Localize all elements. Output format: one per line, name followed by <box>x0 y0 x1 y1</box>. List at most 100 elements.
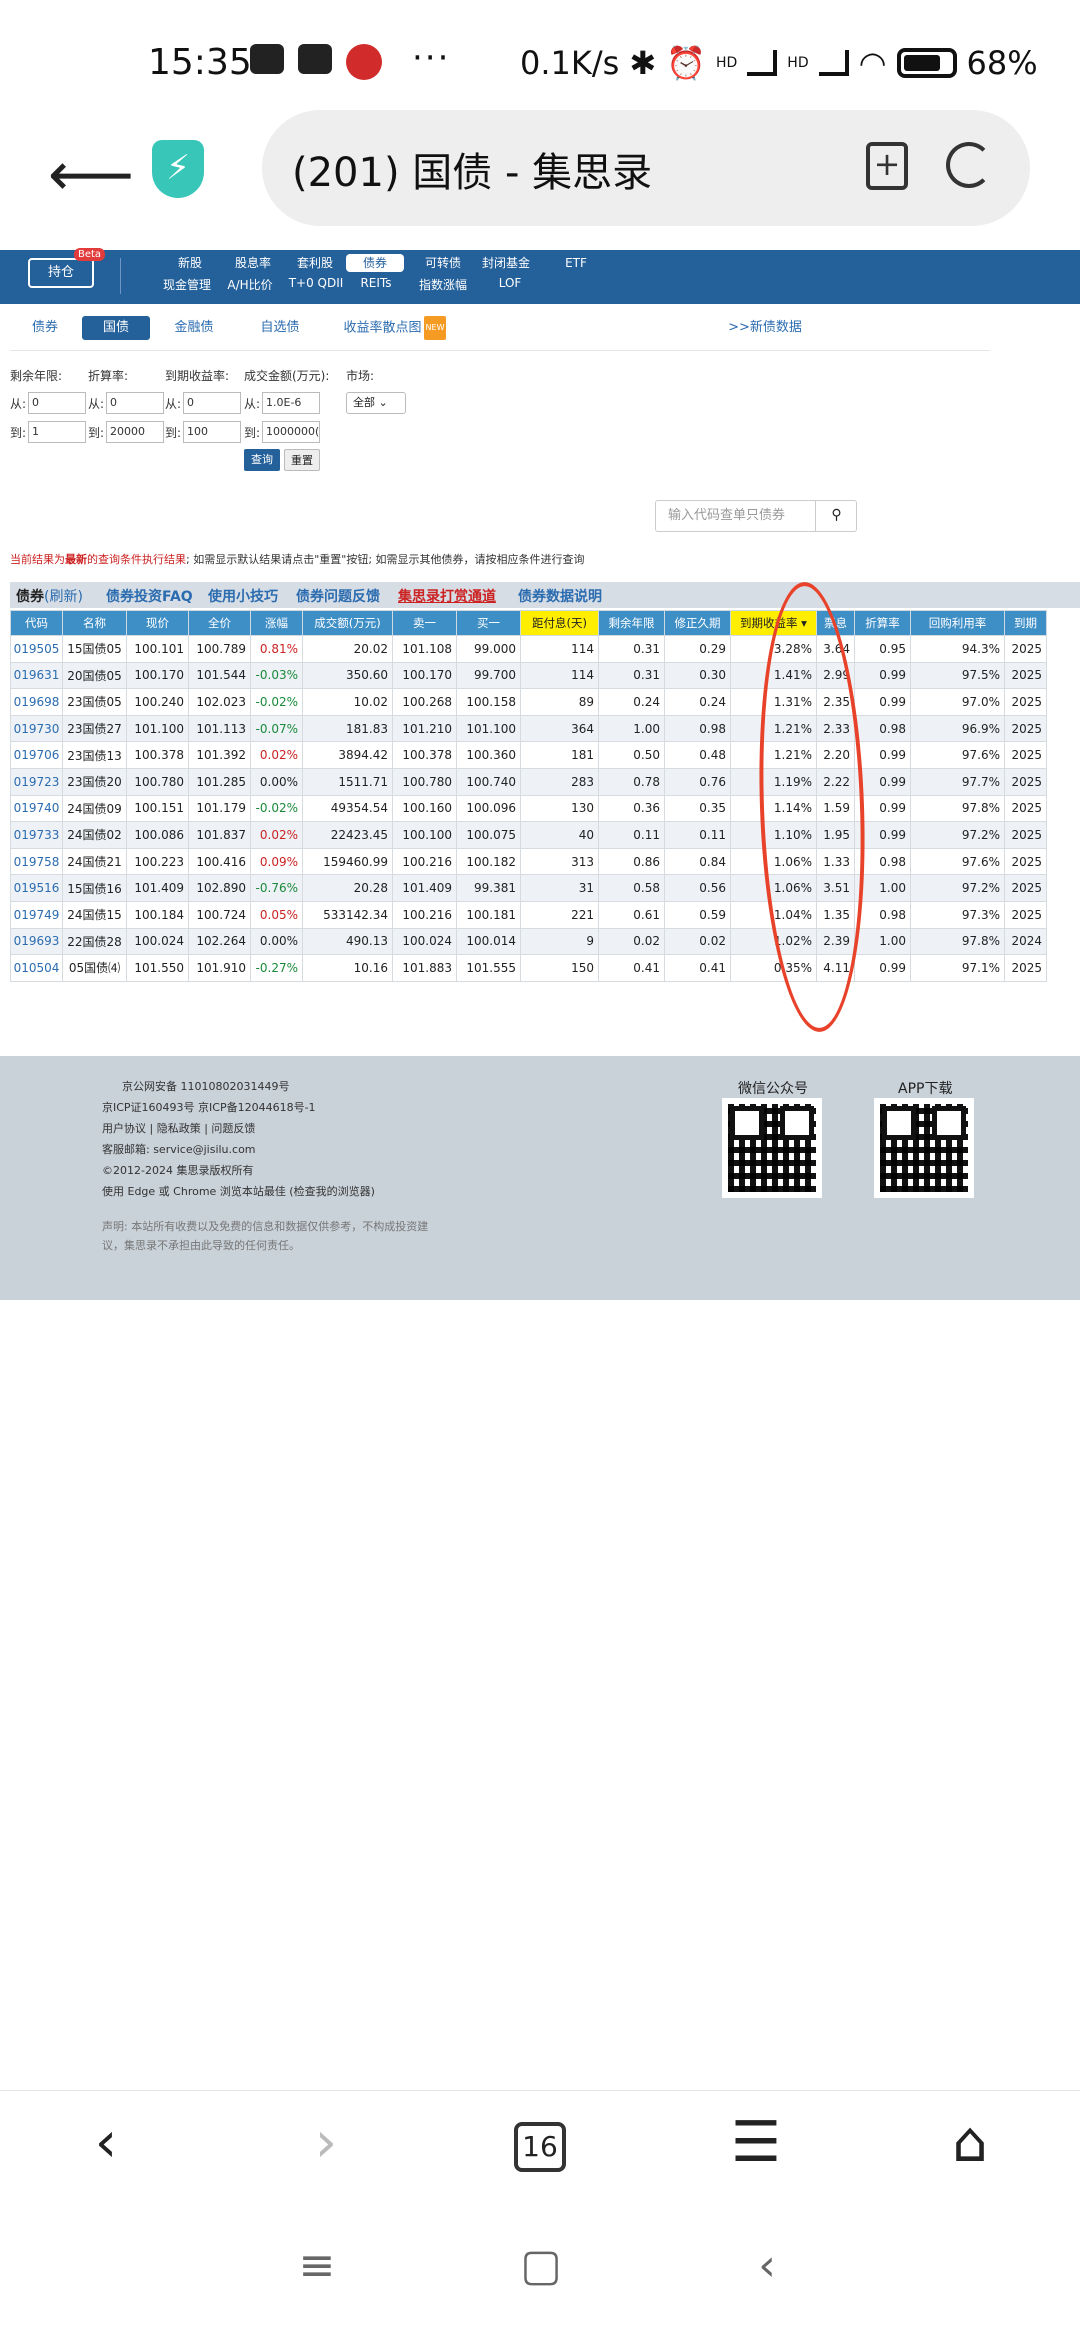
column-header[interactable]: 成交额(万元) <box>302 610 393 636</box>
system-home-icon[interactable]: ▢ <box>506 2240 576 2291</box>
holdings-button[interactable]: 持仓 <box>28 258 94 288</box>
wechat-label: 微信公众号 <box>738 1081 808 1097</box>
table-row[interactable]: 019730 23国债27 101.100 101.113 -0.07% 181.83 10… <box>10 714 1047 743</box>
nav-item[interactable]: A/H比价 <box>222 276 278 293</box>
table-header-link[interactable]: 债券投资FAQ <box>106 586 193 606</box>
query-button[interactable]: 查询 <box>244 449 280 471</box>
table-row[interactable]: 019706 23国债13 100.378 101.392 0.02% 3894.42 10… <box>10 741 1047 769</box>
table-header-link[interactable]: 集思录打赏通道 <box>398 586 496 606</box>
reset-button[interactable]: 重置 <box>284 449 320 471</box>
table-row[interactable]: 010504 05国债⑷ 101.550 101.910 -0.27% 10.16 101.… <box>10 954 1047 982</box>
table-cell: 221 <box>520 900 599 929</box>
footer-links[interactable]: 用户协议 | 隐私政策 | 问题反馈 <box>102 1120 255 1136</box>
bond-code-link[interactable]: 019631 <box>10 661 63 690</box>
table-row[interactable]: 019749 24国债15 100.184 100.724 0.05% 533142.34… <box>10 900 1047 929</box>
tab-0[interactable]: 债券 <box>22 316 68 340</box>
table-row[interactable]: 019723 23国债20 100.780 101.285 0.00% 1511.71 10… <box>10 767 1047 796</box>
from-input[interactable]: 0 <box>28 392 86 414</box>
table-row[interactable]: 019516 15国债16 101.409 102.890 -0.76% 20.28 101… <box>10 874 1047 902</box>
page-title[interactable]: (201) 国债 - 集思录 <box>292 140 652 198</box>
back-arrow-icon[interactable]: ⟵ <box>48 140 134 210</box>
bond-code-link[interactable]: 019730 <box>10 714 63 743</box>
from-input[interactable]: 0 <box>106 392 164 414</box>
tab-4[interactable]: 收益率散点图 NEW <box>340 316 450 340</box>
market-select[interactable]: 全部 ⌄ <box>346 392 406 414</box>
bond-code-link[interactable]: 019733 <box>10 821 63 849</box>
new-bond-data-link[interactable]: >>新债数据 <box>720 316 810 340</box>
home-icon[interactable]: ⌂ <box>930 2110 1010 2175</box>
column-header[interactable]: 折算率 <box>854 610 911 636</box>
nav-item[interactable]: REITs <box>356 276 396 290</box>
bond-code-link[interactable]: 019740 <box>10 794 63 823</box>
tab-1[interactable]: 国债 <box>82 316 150 340</box>
table-row[interactable]: 019698 23国债05 100.240 102.023 -0.02% 10.02 100… <box>10 688 1047 716</box>
bond-code-link[interactable]: 019749 <box>10 900 63 929</box>
column-header[interactable]: 买一 <box>456 610 521 636</box>
nav-item[interactable]: 债券 <box>346 254 404 272</box>
column-header[interactable]: 名称 <box>62 610 127 636</box>
tab-2[interactable]: 金融债 <box>164 316 224 340</box>
bond-code-link[interactable]: 019693 <box>10 927 63 956</box>
bond-code-link[interactable]: 010504 <box>10 954 63 982</box>
add-bookmark-icon[interactable]: + <box>866 142 908 190</box>
table-header-link[interactable]: 债券数据说明 <box>518 586 602 606</box>
column-header[interactable]: 修正久期 <box>664 610 731 636</box>
tab-3[interactable]: 自选债 <box>250 316 310 340</box>
refresh-link[interactable]: (刷新) <box>44 589 83 605</box>
column-header[interactable]: 到期 <box>1004 610 1047 636</box>
to-input[interactable]: 20000 <box>106 421 164 443</box>
table-cell: 102.264 <box>188 927 251 956</box>
column-header[interactable]: 回购利用率 <box>910 610 1005 636</box>
bond-code-link[interactable]: 019723 <box>10 767 63 796</box>
table-row[interactable]: 019693 22国债28 100.024 102.264 0.00% 490.13 100… <box>10 927 1047 956</box>
table-row[interactable]: 019631 20国债05 100.170 101.544 -0.03% 350.60 10… <box>10 661 1047 690</box>
table-row[interactable]: 019505 15国债05 100.101 100.789 0.81% 20.02 101.… <box>10 635 1047 663</box>
bond-code-link[interactable]: 019698 <box>10 688 63 716</box>
table-header-link[interactable]: 债券问题反馈 <box>296 586 380 606</box>
bond-code-link[interactable]: 019758 <box>10 847 63 876</box>
table-row[interactable]: 019733 24国债02 100.086 101.837 0.02% 22423.45 1… <box>10 821 1047 849</box>
to-input[interactable]: 1000000( <box>262 421 320 443</box>
column-header[interactable]: 全价 <box>188 610 251 636</box>
column-header[interactable]: 代码 <box>10 610 63 636</box>
column-header[interactable]: 距付息(天) <box>520 610 599 636</box>
menu-icon[interactable]: ☰ <box>716 2110 796 2175</box>
column-header[interactable]: 现价 <box>126 610 189 636</box>
column-header[interactable]: 卖一 <box>392 610 457 636</box>
nav-item[interactable]: 可转债 <box>418 254 468 272</box>
tab-count-button[interactable]: 16 <box>514 2122 566 2172</box>
table-row[interactable]: 019740 24国债09 100.151 101.179 -0.02% 49354.54… <box>10 794 1047 823</box>
bond-code-link[interactable]: 019505 <box>10 635 63 663</box>
nav-item[interactable]: 新股 <box>170 254 210 272</box>
nav-item[interactable]: 股息率 <box>228 254 278 272</box>
nav-item[interactable]: T+0 QDII <box>286 276 346 290</box>
nav-item[interactable]: 封闭基金 <box>476 254 536 272</box>
table-row[interactable]: 019758 24国债21 100.223 100.416 0.09% 159460.99… <box>10 847 1047 876</box>
to-input[interactable]: 100 <box>183 421 241 443</box>
forward-icon[interactable]: › <box>286 2110 366 2175</box>
search-icon[interactable]: ⚲ <box>815 500 857 532</box>
nav-item[interactable]: 指数涨幅 <box>412 276 474 293</box>
from-input[interactable]: 0 <box>183 392 241 414</box>
table-cell: 100.182 <box>456 847 521 876</box>
bond-code-link[interactable]: 019706 <box>10 741 63 769</box>
disclaimer: 议，集思录不承担由此导致的任何责任。 <box>102 1239 300 1252</box>
bond-code-link[interactable]: 019516 <box>10 874 63 902</box>
nav-item[interactable]: 套利股 <box>290 254 340 272</box>
shield-icon[interactable]: ⚡ <box>152 140 204 198</box>
column-header[interactable]: 剩余年限 <box>598 610 665 636</box>
table-cell: 0.59 <box>664 900 731 929</box>
back-icon[interactable]: ‹ <box>66 2110 146 2175</box>
from-input[interactable]: 1.0E-6 <box>262 392 320 414</box>
system-menu-icon[interactable]: ≡ <box>282 2240 352 2291</box>
nav-item[interactable]: LOF <box>490 276 530 290</box>
reload-icon[interactable] <box>946 142 992 188</box>
table-cell: 0.09% <box>250 847 303 876</box>
nav-item[interactable]: ETF <box>556 254 596 272</box>
column-header[interactable]: 涨幅 <box>250 610 303 636</box>
table-header-link[interactable]: 使用小技巧 <box>208 586 278 606</box>
to-input[interactable]: 1 <box>28 421 86 443</box>
table-cell: 159460.99 <box>302 847 393 876</box>
nav-item[interactable]: 现金管理 <box>156 276 218 293</box>
system-back-icon[interactable]: ‹ <box>732 2240 802 2291</box>
